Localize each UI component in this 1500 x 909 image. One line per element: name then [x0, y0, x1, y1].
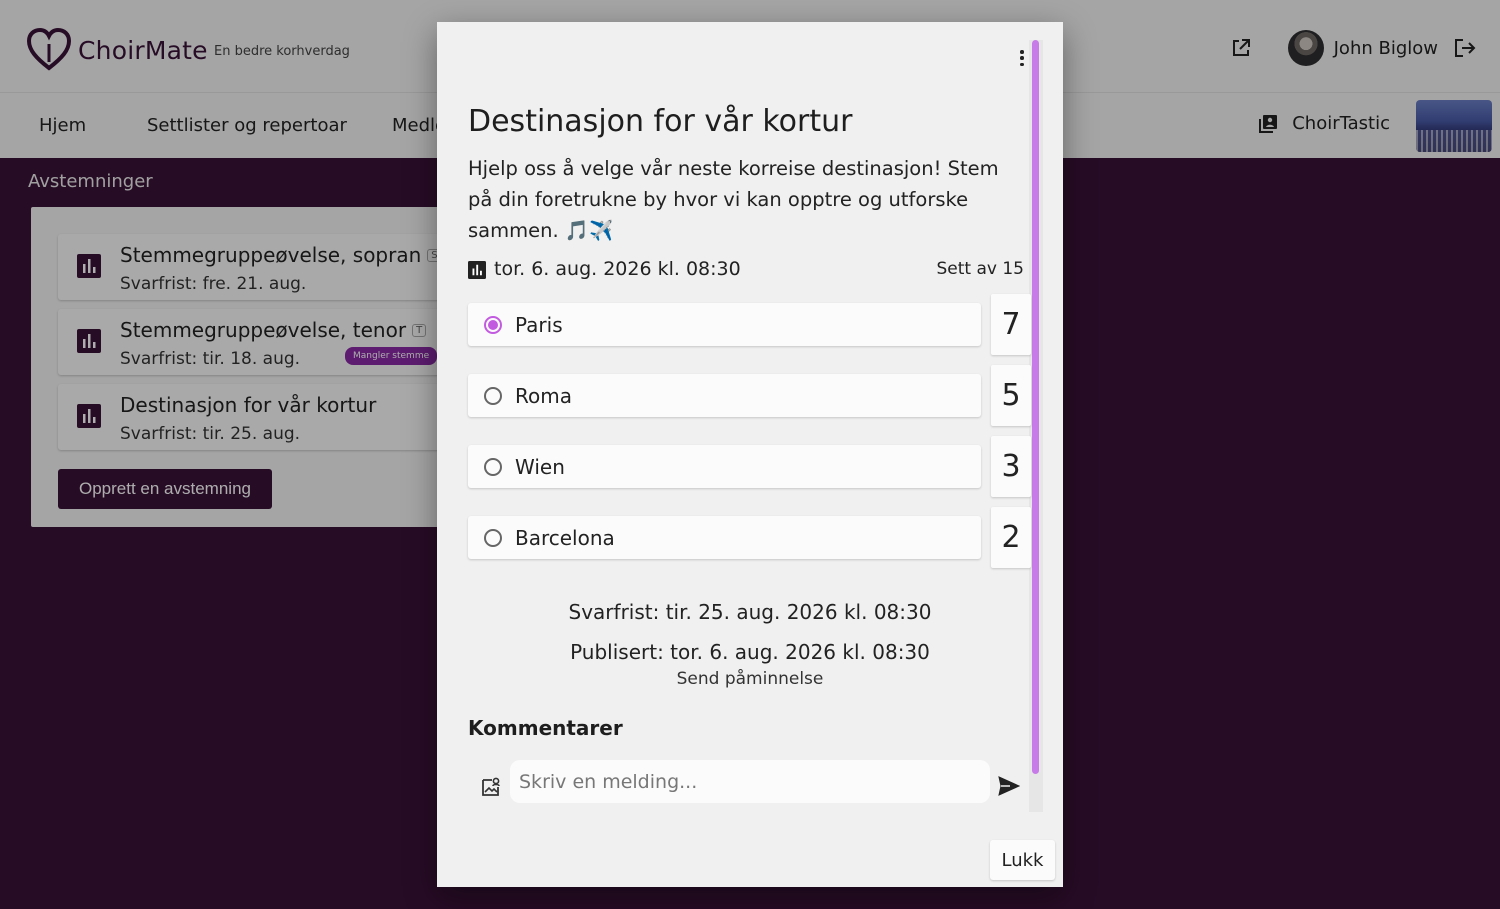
poll-deadline: Svarfrist: tir. 25. aug. 2026 kl. 08:30: [568, 600, 932, 624]
option-label: Barcelona: [515, 526, 615, 550]
add-image-icon[interactable]: [480, 776, 502, 798]
poll-created-date: tor. 6. aug. 2026 kl. 08:30: [494, 258, 741, 280]
radio-unselected[interactable]: [484, 387, 502, 405]
vote-count[interactable]: 7: [991, 294, 1031, 355]
poll-dialog: Destinasjon for vår kortur Hjelp oss å v…: [437, 22, 1063, 887]
option-label: Wien: [515, 455, 565, 479]
more-options-icon[interactable]: [1015, 48, 1029, 68]
poll-chart-icon: [468, 261, 486, 279]
poll-option[interactable]: Wien: [468, 445, 981, 488]
poll-option[interactable]: Paris: [468, 303, 981, 346]
send-reminder-link[interactable]: Send påminnelse: [437, 669, 1063, 689]
seen-by-count[interactable]: Sett av 15: [937, 259, 1025, 279]
send-icon[interactable]: [998, 776, 1020, 796]
option-label: Paris: [515, 313, 563, 337]
vote-count[interactable]: 5: [991, 365, 1031, 426]
radio-selected[interactable]: [484, 316, 502, 334]
radio-unselected[interactable]: [484, 458, 502, 476]
radio-unselected[interactable]: [484, 529, 502, 547]
poll-description: Hjelp oss å velge vår neste korreise des…: [468, 157, 999, 242]
option-label: Roma: [515, 384, 572, 408]
close-button[interactable]: Lukk: [990, 840, 1055, 880]
comments-heading: Kommentarer: [468, 716, 623, 740]
comment-input[interactable]: [510, 760, 990, 803]
poll-option[interactable]: Barcelona: [468, 516, 981, 559]
vote-count[interactable]: 2: [991, 507, 1031, 568]
poll-option[interactable]: Roma: [468, 374, 981, 417]
poll-published: Publisert: tor. 6. aug. 2026 kl. 08:30: [570, 640, 930, 664]
vote-count[interactable]: 3: [991, 436, 1031, 497]
poll-title: Destinasjon for vår kortur: [468, 104, 853, 139]
poll-meta: tor. 6. aug. 2026 kl. 08:30 Sett av 15: [468, 258, 1024, 284]
